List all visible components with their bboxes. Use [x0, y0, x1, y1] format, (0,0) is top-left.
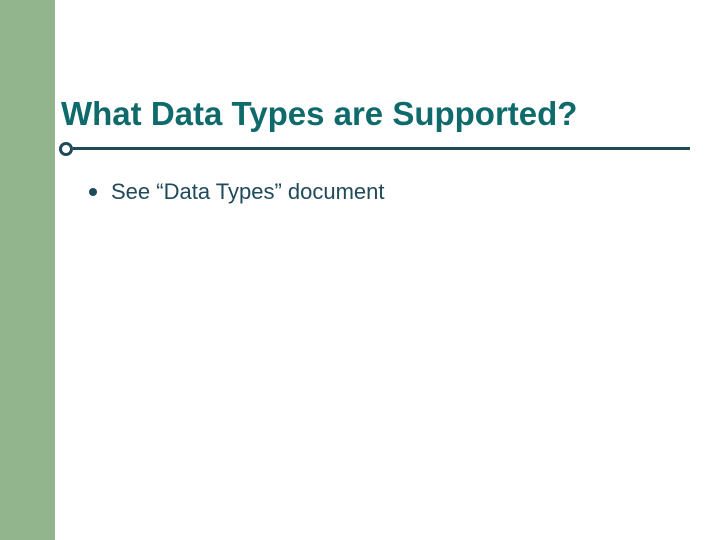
title-divider	[55, 143, 720, 159]
slide-title: What Data Types are Supported?	[61, 95, 720, 133]
slide-content: What Data Types are Supported? See “Data…	[55, 0, 720, 540]
accent-sidebar	[0, 0, 55, 540]
divider-cap-icon	[59, 142, 73, 156]
list-item-text: See “Data Types” document	[111, 179, 385, 204]
bullet-list: See “Data Types” document	[85, 177, 720, 207]
list-item: See “Data Types” document	[85, 177, 720, 207]
divider-line	[73, 147, 690, 150]
